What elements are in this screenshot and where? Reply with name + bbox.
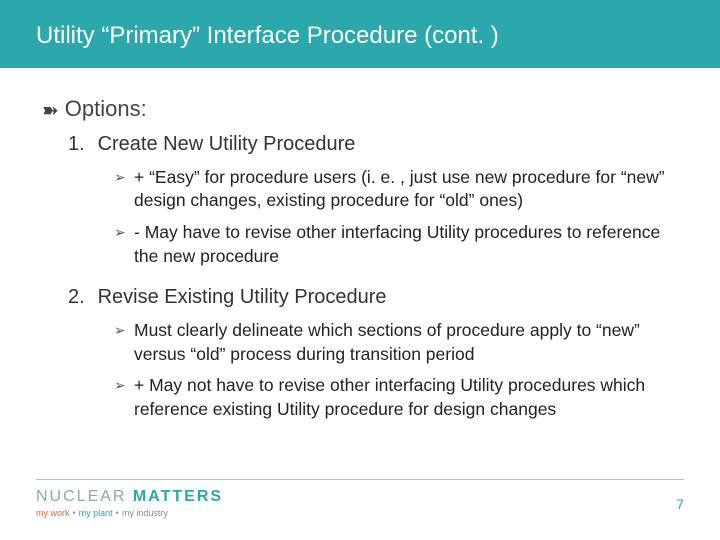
list-item: 2. Revise Existing Utility Procedure [68,286,678,309]
tagline-plant: my plant [79,508,113,518]
title-bar: Utility “Primary” Interface Procedure (c… [0,0,720,68]
triangle-bullet-icon: ➢ [114,374,134,421]
logo-word-1: NUCLEAR [36,488,126,505]
options-heading: ➽Options: [42,96,678,123]
item-number: 1. [68,133,92,156]
logo-word-2: MATTERS [133,488,223,505]
sub-item-text: + “Easy” for procedure users (i. e. , ju… [134,166,678,213]
sub-list: ➢ Must clearly delineate which sections … [114,319,678,422]
item-label: Create New Utility Procedure [98,133,356,155]
item-label: Revise Existing Utility Procedure [98,286,387,308]
triangle-bullet-icon: ➢ [114,166,134,213]
logo: NUCLEAR MATTERS my work•my plant•my indu… [36,488,223,518]
sub-item-text: Must clearly delineate which sections of… [134,319,678,366]
sub-item: ➢ - May have to revise other interfacing… [114,221,678,268]
item-number: 2. [68,286,92,309]
triangle-bullet-icon: ➢ [114,221,134,268]
sub-item: ➢ + May not have to revise other interfa… [114,374,678,421]
footer-divider [36,479,684,480]
footer: NUCLEAR MATTERS my work•my plant•my indu… [36,479,684,518]
slide: Utility “Primary” Interface Procedure (c… [0,0,720,540]
page-number: 7 [676,496,684,518]
slide-body: ➽Options: 1. Create New Utility Procedur… [0,68,720,422]
logo-tagline: my work•my plant•my industry [36,508,223,518]
sub-item: ➢ Must clearly delineate which sections … [114,319,678,366]
tagline-industry: my industry [122,508,168,518]
dot-icon: • [116,508,119,518]
options-bullet-icon: ➽ [42,98,59,123]
options-label: Options: [65,96,147,121]
sub-item-text: - May have to revise other interfacing U… [134,221,678,268]
sub-list: ➢ + “Easy” for procedure users (i. e. , … [114,166,678,269]
footer-row: NUCLEAR MATTERS my work•my plant•my indu… [36,488,684,518]
dot-icon: • [73,508,76,518]
tagline-work: my work [36,508,70,518]
triangle-bullet-icon: ➢ [114,319,134,366]
slide-title: Utility “Primary” Interface Procedure (c… [36,22,684,50]
list-item: 1. Create New Utility Procedure [68,133,678,156]
logo-main: NUCLEAR MATTERS [36,488,223,506]
sub-item-text: + May not have to revise other interfaci… [134,374,678,421]
sub-item: ➢ + “Easy” for procedure users (i. e. , … [114,166,678,213]
